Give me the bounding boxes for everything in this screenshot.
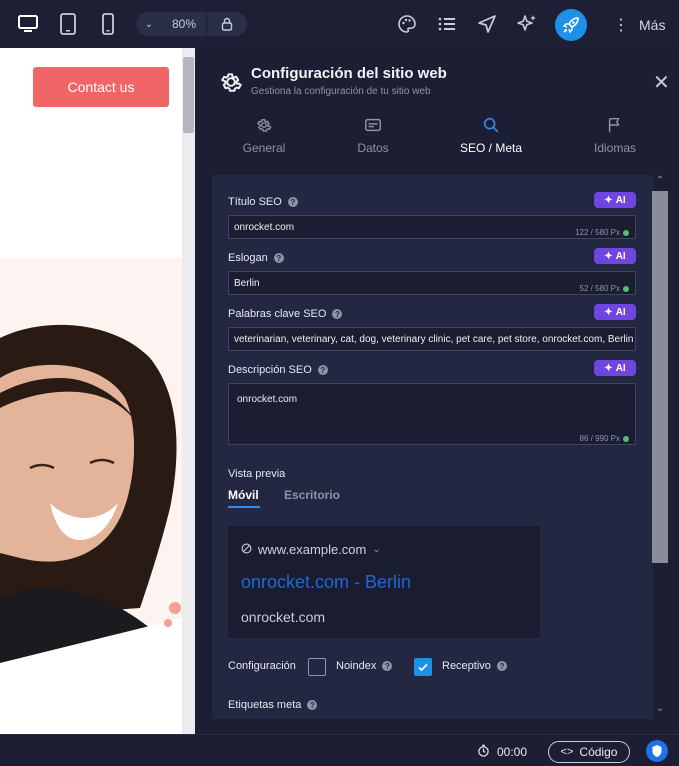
top-toolbar: ⌄ 80% ⋮ Más: [0, 0, 679, 48]
contact-button[interactable]: Contact us: [33, 67, 169, 107]
tab-movil[interactable]: Móvil: [228, 488, 259, 502]
more-label: Más: [639, 17, 666, 33]
status-dot: [623, 285, 629, 292]
help-icon[interactable]: ?: [382, 661, 393, 671]
active-tab-indicator: [228, 506, 260, 508]
seo-title-counter: 122 / 580 Px: [575, 228, 629, 237]
desktop-icon[interactable]: [15, 11, 41, 37]
panel-subtitle: Gestiona la configuración de tu sitio we…: [251, 86, 431, 97]
zoom-value[interactable]: 80%: [162, 17, 206, 31]
flag-icon: [560, 116, 670, 136]
preview-section-label: Vista previa: [228, 468, 286, 480]
palette-icon[interactable]: [394, 11, 420, 37]
card-icon: [318, 116, 428, 136]
gear-icon: [209, 116, 319, 136]
config-row: Configuración Noindex ? Receptivo ?: [228, 655, 648, 679]
code-button[interactable]: <> Código: [548, 741, 630, 763]
settings-panel: Configuración del sitio web Gestiona la …: [195, 48, 679, 734]
sparkle-icon: ✦: [604, 306, 613, 318]
list-icon[interactable]: [434, 11, 460, 37]
noindex-checkbox[interactable]: [308, 658, 326, 676]
slogan-label: Eslogan ?: [228, 252, 284, 264]
navigation-icon[interactable]: [474, 11, 500, 37]
seo-form: Título SEO ? ✦ AI onrocket.com 122 / 580 …: [212, 175, 653, 719]
panel-header: Configuración del sitio web Gestiona la …: [195, 48, 679, 104]
tab-label: Datos: [357, 141, 389, 155]
lock-icon[interactable]: [207, 17, 247, 31]
timer: 00:00: [477, 744, 527, 760]
close-icon[interactable]: ✕: [653, 73, 670, 93]
help-icon[interactable]: ?: [273, 253, 284, 263]
tab-general[interactable]: General: [209, 116, 319, 155]
serp-description: onrocket.com: [241, 609, 326, 625]
scroll-up-icon[interactable]: ⌃: [652, 175, 668, 191]
tab-seo-meta[interactable]: SEO / Meta: [436, 116, 546, 155]
help-icon[interactable]: ?: [307, 700, 318, 710]
code-icon: <>: [560, 746, 574, 758]
shield-icon[interactable]: [646, 740, 668, 762]
keywords-input[interactable]: veterinarian, veterinary, cat, dog, vete…: [228, 327, 636, 351]
tablet-icon[interactable]: [55, 11, 81, 37]
description-textarea[interactable]: onrocket.com 86 / 990 Px: [228, 383, 636, 445]
help-icon[interactable]: ?: [332, 309, 343, 319]
slogan-counter: 52 / 580 Px: [580, 284, 629, 293]
serp-title[interactable]: onrocket.com - Berlin: [241, 572, 411, 593]
settings-tabs: General Datos SEO / Meta Idiomas: [195, 116, 679, 160]
preview-scroll-thumb[interactable]: [183, 57, 194, 133]
slogan-ai-button[interactable]: ✦ AI: [594, 248, 636, 264]
hero-photo: [0, 324, 182, 688]
tab-datos[interactable]: Datos: [318, 116, 428, 155]
sparkle-icon: ✦: [604, 194, 613, 206]
sparkle-icon: ✦: [604, 250, 613, 262]
status-dot: [623, 435, 629, 442]
slogan-input[interactable]: Berlin 52 / 580 Px: [228, 271, 636, 295]
help-icon[interactable]: ?: [496, 661, 507, 671]
tab-label: Idiomas: [593, 141, 637, 155]
help-icon[interactable]: ?: [287, 197, 298, 207]
tab-label: SEO / Meta: [459, 141, 523, 155]
panel-scrollbar[interactable]: ⌃ ⌄: [652, 175, 668, 719]
description-label: Descripción SEO ?: [228, 364, 328, 376]
chevron-down-icon[interactable]: ⌄: [136, 19, 162, 30]
status-dot: [623, 229, 629, 236]
noindex-label: Noindex ?: [336, 660, 393, 672]
website-preview: Contact us: [0, 48, 182, 734]
mobile-icon[interactable]: [95, 11, 121, 37]
globe-icon: [241, 542, 252, 557]
meta-tags-label: Etiquetas meta ?: [228, 699, 318, 711]
seo-title-ai-button[interactable]: ✦ AI: [594, 192, 636, 208]
receptivo-label: Receptivo ?: [442, 660, 507, 672]
description-counter: 86 / 990 Px: [580, 434, 629, 443]
rocket-icon: [562, 17, 579, 34]
chevron-down-icon: ⌄: [372, 544, 381, 555]
check-icon: [418, 663, 428, 672]
config-label: Configuración: [228, 660, 296, 672]
search-icon: [436, 116, 546, 136]
tab-label: General: [242, 141, 286, 155]
keywords-label: Palabras clave SEO ?: [228, 308, 343, 320]
search-preview-card: www.example.com ⌄ onrocket.com - Berlin …: [228, 526, 540, 638]
seo-title-label: Título SEO ?: [228, 196, 298, 208]
publish-button[interactable]: [555, 9, 587, 41]
more-dots-icon: ⋮: [613, 17, 629, 34]
sparkle-icon[interactable]: [514, 11, 540, 37]
zoom-control: ⌄ 80%: [136, 12, 247, 36]
tab-idiomas[interactable]: Idiomas: [560, 116, 670, 155]
preview-scrollbar[interactable]: [182, 48, 195, 734]
sparkle-icon: ✦: [604, 362, 613, 374]
help-icon[interactable]: ?: [317, 365, 328, 375]
serp-url: www.example.com ⌄: [241, 542, 381, 557]
panel-scroll-thumb[interactable]: [652, 191, 668, 563]
tab-escritorio[interactable]: Escritorio: [284, 488, 340, 502]
gear-icon: [218, 69, 244, 100]
more-menu[interactable]: ⋮ Más: [613, 15, 665, 35]
panel-title: Configuración del sitio web: [251, 65, 447, 82]
bottom-bar: 00:00 <> Código: [0, 734, 679, 766]
keywords-ai-button[interactable]: ✦ AI: [594, 304, 636, 320]
scroll-down-icon[interactable]: ⌄: [652, 703, 668, 719]
clock-icon: [477, 744, 490, 760]
receptivo-checkbox[interactable]: [414, 658, 432, 676]
description-ai-button[interactable]: ✦ AI: [594, 360, 636, 376]
seo-title-input[interactable]: onrocket.com 122 / 580 Px: [228, 215, 636, 239]
